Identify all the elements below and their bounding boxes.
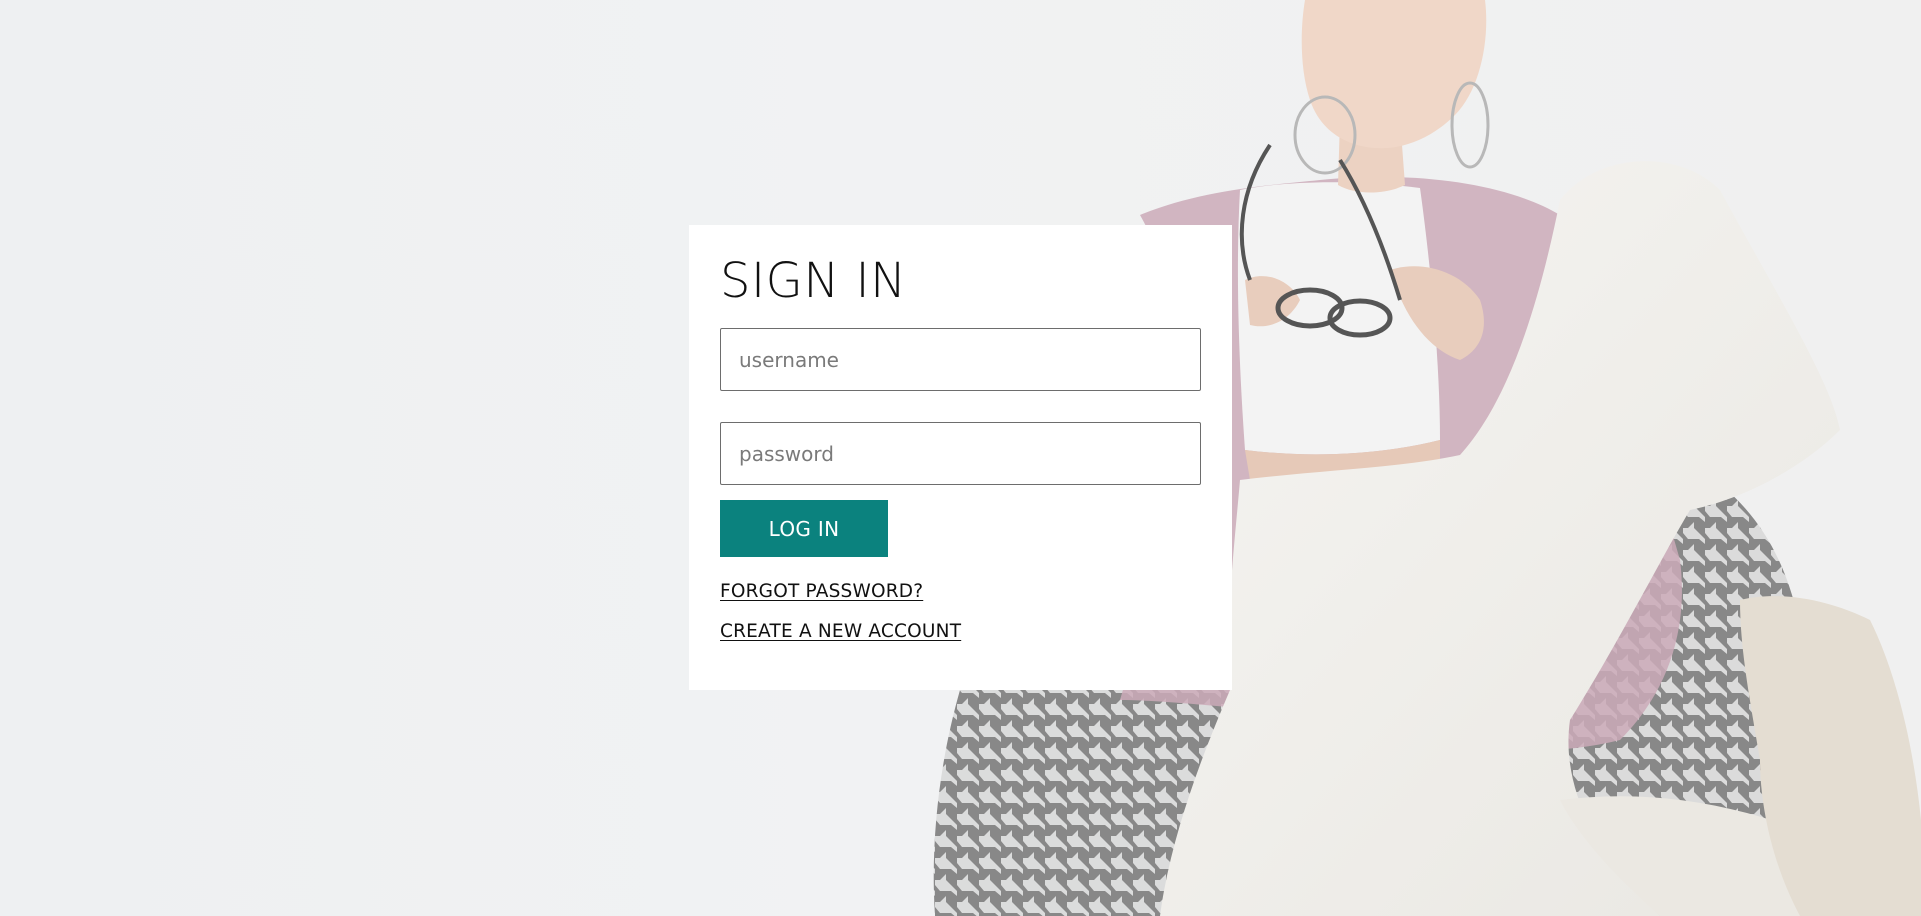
sign-in-card: SIGN IN LOG IN FORGOT PASSWORD? CREATE A… (689, 225, 1232, 690)
account-links: FORGOT PASSWORD? CREATE A NEW ACCOUNT (720, 557, 1201, 642)
create-account-link[interactable]: CREATE A NEW ACCOUNT (720, 621, 961, 642)
page-title: SIGN IN (720, 253, 907, 309)
password-input[interactable] (720, 422, 1201, 485)
username-input[interactable] (720, 328, 1201, 391)
login-button[interactable]: LOG IN (720, 500, 888, 557)
forgot-password-link[interactable]: FORGOT PASSWORD? (720, 581, 923, 602)
